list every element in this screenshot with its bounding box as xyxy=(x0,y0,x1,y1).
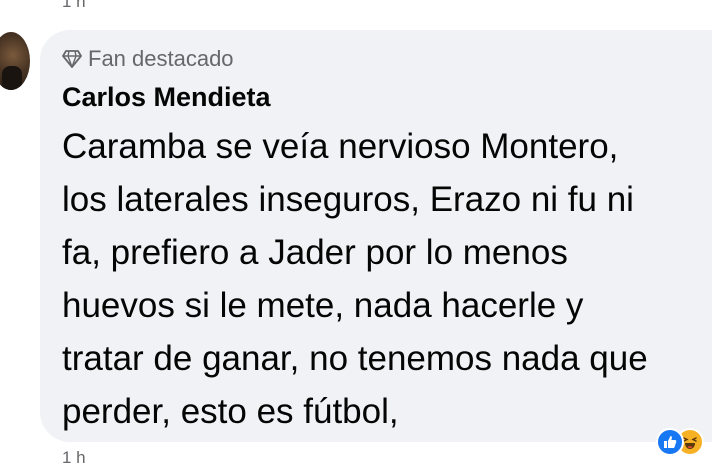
comment-author-name[interactable]: Carlos Mendieta xyxy=(62,82,271,113)
comment-text-line: perder, esto es fútbol, xyxy=(62,392,399,431)
comment-text-line: los laterales inseguros, Erazo ni fu ni xyxy=(62,180,634,219)
avatar[interactable] xyxy=(0,32,30,90)
previous-comment-timestamp[interactable]: 1 h xyxy=(62,0,86,12)
comment-text-line: tratar de ganar, no tenemos nada que xyxy=(62,339,648,378)
comment-text-line: Caramba se veía nervioso Montero, xyxy=(62,127,619,166)
comment-text: Caramba se veía nervioso Montero, los la… xyxy=(62,120,712,438)
diamond-icon xyxy=(62,50,82,68)
like-reaction-icon xyxy=(656,428,684,456)
comment-timestamp[interactable]: 1 h xyxy=(62,448,86,468)
comment-text-line: fa, prefiero a Jader por lo menos xyxy=(62,233,568,272)
reaction-summary[interactable] xyxy=(656,428,704,456)
top-fan-badge: Fan destacado xyxy=(62,46,234,72)
badge-label: Fan destacado xyxy=(88,46,234,71)
comment-text-line: huevos si le mete, nada hacerle y xyxy=(62,286,584,325)
